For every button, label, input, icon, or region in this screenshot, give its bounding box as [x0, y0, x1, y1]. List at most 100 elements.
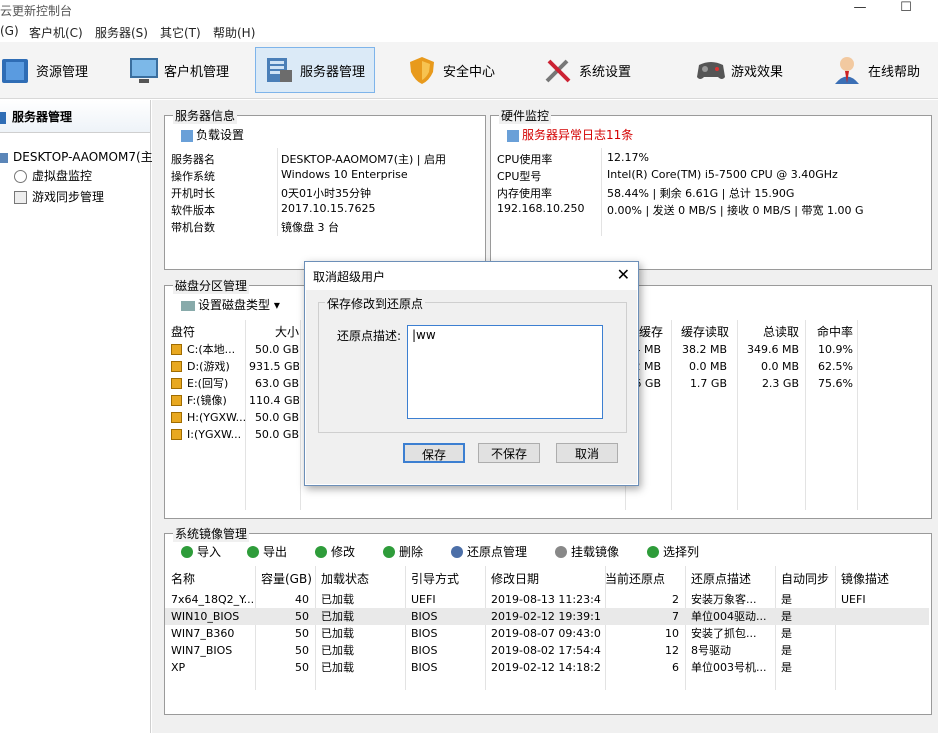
image-action-5[interactable]: 挂载镜像: [555, 543, 619, 560]
disk-cell-total_read: 2.3 GB: [761, 377, 799, 390]
image-col-8[interactable]: 镜像描述: [841, 570, 889, 587]
tree-item-vdisk-label: 虚拟盘监控: [32, 169, 93, 183]
drive-icon: [171, 378, 182, 389]
minimize-button[interactable]: —: [845, 0, 875, 18]
drive-icon: [171, 395, 182, 406]
col-cache-read[interactable]: 缓存读取: [681, 323, 729, 340]
image-col-1[interactable]: 容量(GB): [261, 570, 312, 587]
image-action-3[interactable]: 删除: [383, 543, 423, 560]
image-cell-img_desc: UEFI: [841, 593, 866, 606]
disk-cell-size: 50.0 GB: [254, 428, 299, 441]
col-total-read[interactable]: 总读取: [763, 323, 799, 340]
hardware-caption: 硬件监控: [499, 107, 552, 124]
menu-other[interactable]: 其它(T): [160, 24, 201, 41]
image-col-0[interactable]: 名称: [171, 570, 195, 587]
menu-g[interactable]: (G): [0, 24, 19, 38]
version-value: 2017.10.15.7625: [281, 202, 376, 215]
toolbar-security-label: 安全中心: [443, 64, 496, 80]
save-button[interactable]: 保存: [403, 443, 465, 463]
import-icon: [181, 545, 193, 558]
load-settings-button[interactable]: 负载设置: [181, 126, 244, 143]
image-cell-name: WIN7_B360: [171, 627, 235, 640]
chevron-down-icon[interactable]: ▾: [274, 298, 280, 312]
toolbar-security[interactable]: 安全中心: [407, 47, 495, 93]
col-drive[interactable]: 盘符: [171, 323, 195, 340]
tree-item-sync[interactable]: 游戏同步管理: [14, 188, 104, 205]
divider: [277, 148, 278, 236]
server-name-key: 服务器名: [171, 153, 215, 166]
image-col-4[interactable]: 修改日期: [491, 570, 539, 587]
image-cell-state: 已加载: [321, 661, 354, 674]
menu-server[interactable]: 服务器(S): [95, 24, 148, 41]
menu-client[interactable]: 客户机(C): [29, 24, 83, 41]
monitor-icon: [128, 55, 158, 85]
image-cell-desc: 单位003号机...: [691, 661, 767, 674]
restore-group-caption: 保存修改到还原点: [325, 295, 426, 312]
drive-icon: [171, 412, 182, 423]
restore-desc-value: ww: [416, 328, 436, 342]
menu-help[interactable]: 帮助(H): [213, 24, 255, 41]
set-disk-type-button[interactable]: 设置磁盘类型 ▾: [181, 296, 280, 313]
image-cell-point: 12: [665, 644, 679, 657]
col-cache[interactable]: 缓存: [639, 323, 663, 340]
network-value: 0.00% | 发送 0 MB/S | 接收 0 MB/S | 带宽 1.00 …: [607, 204, 864, 217]
image-row[interactable]: WIN10_BIOS 50 已加载 BIOS 2019-02-12 19:39:17 7 单…: [165, 608, 929, 625]
image-cell-cap: 50: [295, 627, 309, 640]
log-icon: [507, 129, 519, 142]
disk-cell-cache_read: 38.2 MB: [681, 343, 727, 356]
error-log-link[interactable]: 服务器异常日志11条: [507, 126, 633, 143]
image-action-6[interactable]: 选择列: [647, 543, 699, 560]
disc-icon: [555, 545, 567, 558]
sync-icon: [14, 191, 27, 204]
toolbar-settings[interactable]: 系统设置: [543, 47, 631, 93]
col-hit-rate[interactable]: 命中率: [817, 323, 853, 340]
disk-monitor-icon: [14, 170, 27, 183]
image-row[interactable]: 7x64_18Q2_Y... 40 已加载 UEFI 2019-08-13 11:23:…: [165, 591, 929, 608]
image-col-2[interactable]: 加载状态: [321, 570, 369, 587]
toolbar-client-label: 客户机管理: [164, 64, 230, 80]
image-row[interactable]: WIN7_BIOS 50 已加载 BIOS 2019-08-02 17:54:48 12 8…: [165, 642, 929, 659]
hardware-monitor-group: 硬件监控 服务器异常日志11条 CPU使用率 12.17% CPU型号 Inte…: [490, 107, 932, 270]
image-cell-name: WIN10_BIOS: [171, 610, 240, 623]
image-row[interactable]: XP 50 已加载 BIOS 2019-02-12 14:18:28 6 单位003号机..…: [165, 659, 929, 676]
grid-divider: [805, 320, 806, 510]
cancel-button[interactable]: 取消: [556, 443, 618, 463]
image-col-6[interactable]: 还原点描述: [691, 570, 751, 587]
image-cell-sync: 是: [781, 644, 792, 657]
tree-item-sync-label: 游戏同步管理: [32, 190, 105, 204]
image-cell-point: 7: [672, 610, 679, 623]
drive-icon: [171, 429, 182, 440]
no-save-button[interactable]: 不保存: [478, 443, 540, 463]
image-col-3[interactable]: 引导方式: [411, 570, 459, 587]
toolbar-settings-label: 系统设置: [579, 64, 632, 80]
dialog-close-button[interactable]: ✕: [617, 265, 630, 284]
tree-server-label: DESKTOP-AAOMOM7(主): [13, 150, 158, 164]
memory-key: 内存使用率: [497, 187, 552, 200]
disk-cell-cache_read: 1.7 GB: [689, 377, 727, 390]
image-action-label: 修改: [331, 545, 356, 559]
toolbar-server[interactable]: 服务器管理: [255, 47, 375, 93]
tree-item-vdisk[interactable]: 虚拟盘监控: [14, 167, 92, 184]
drive-icon: [171, 344, 182, 355]
image-row[interactable]: WIN7_B360 50 已加载 BIOS 2019-08-07 09:43:02 10 安…: [165, 625, 929, 642]
toolbar-game[interactable]: 游戏效果: [695, 47, 783, 93]
image-col-5[interactable]: 当前还原点: [605, 570, 665, 587]
image-action-0[interactable]: 导入: [181, 543, 221, 560]
image-action-1[interactable]: 导出: [247, 543, 287, 560]
col-size[interactable]: 大小: [275, 323, 299, 340]
restore-desc-textarea[interactable]: |ww: [407, 325, 603, 419]
toolbar-resource[interactable]: 资源管理: [0, 47, 88, 93]
toolbar-help[interactable]: 在线帮助: [832, 47, 920, 93]
image-cell-date: 2019-08-02 17:54:48: [491, 644, 601, 657]
image-action-2[interactable]: 修改: [315, 543, 355, 560]
toolbar-client[interactable]: 客户机管理: [128, 47, 229, 93]
image-action-4[interactable]: 还原点管理: [451, 543, 527, 560]
maximize-button[interactable]: ☐: [891, 0, 921, 18]
divider: [601, 148, 602, 236]
image-col-7[interactable]: 自动同步: [781, 570, 829, 587]
image-cell-name: WIN7_BIOS: [171, 644, 233, 657]
settings-icon: [181, 129, 193, 142]
window-title: 云更新控制台: [0, 4, 73, 18]
tree-server-node[interactable]: DESKTOP-AAOMOM7(主): [0, 148, 157, 165]
image-caption: 系统镜像管理: [173, 525, 250, 542]
